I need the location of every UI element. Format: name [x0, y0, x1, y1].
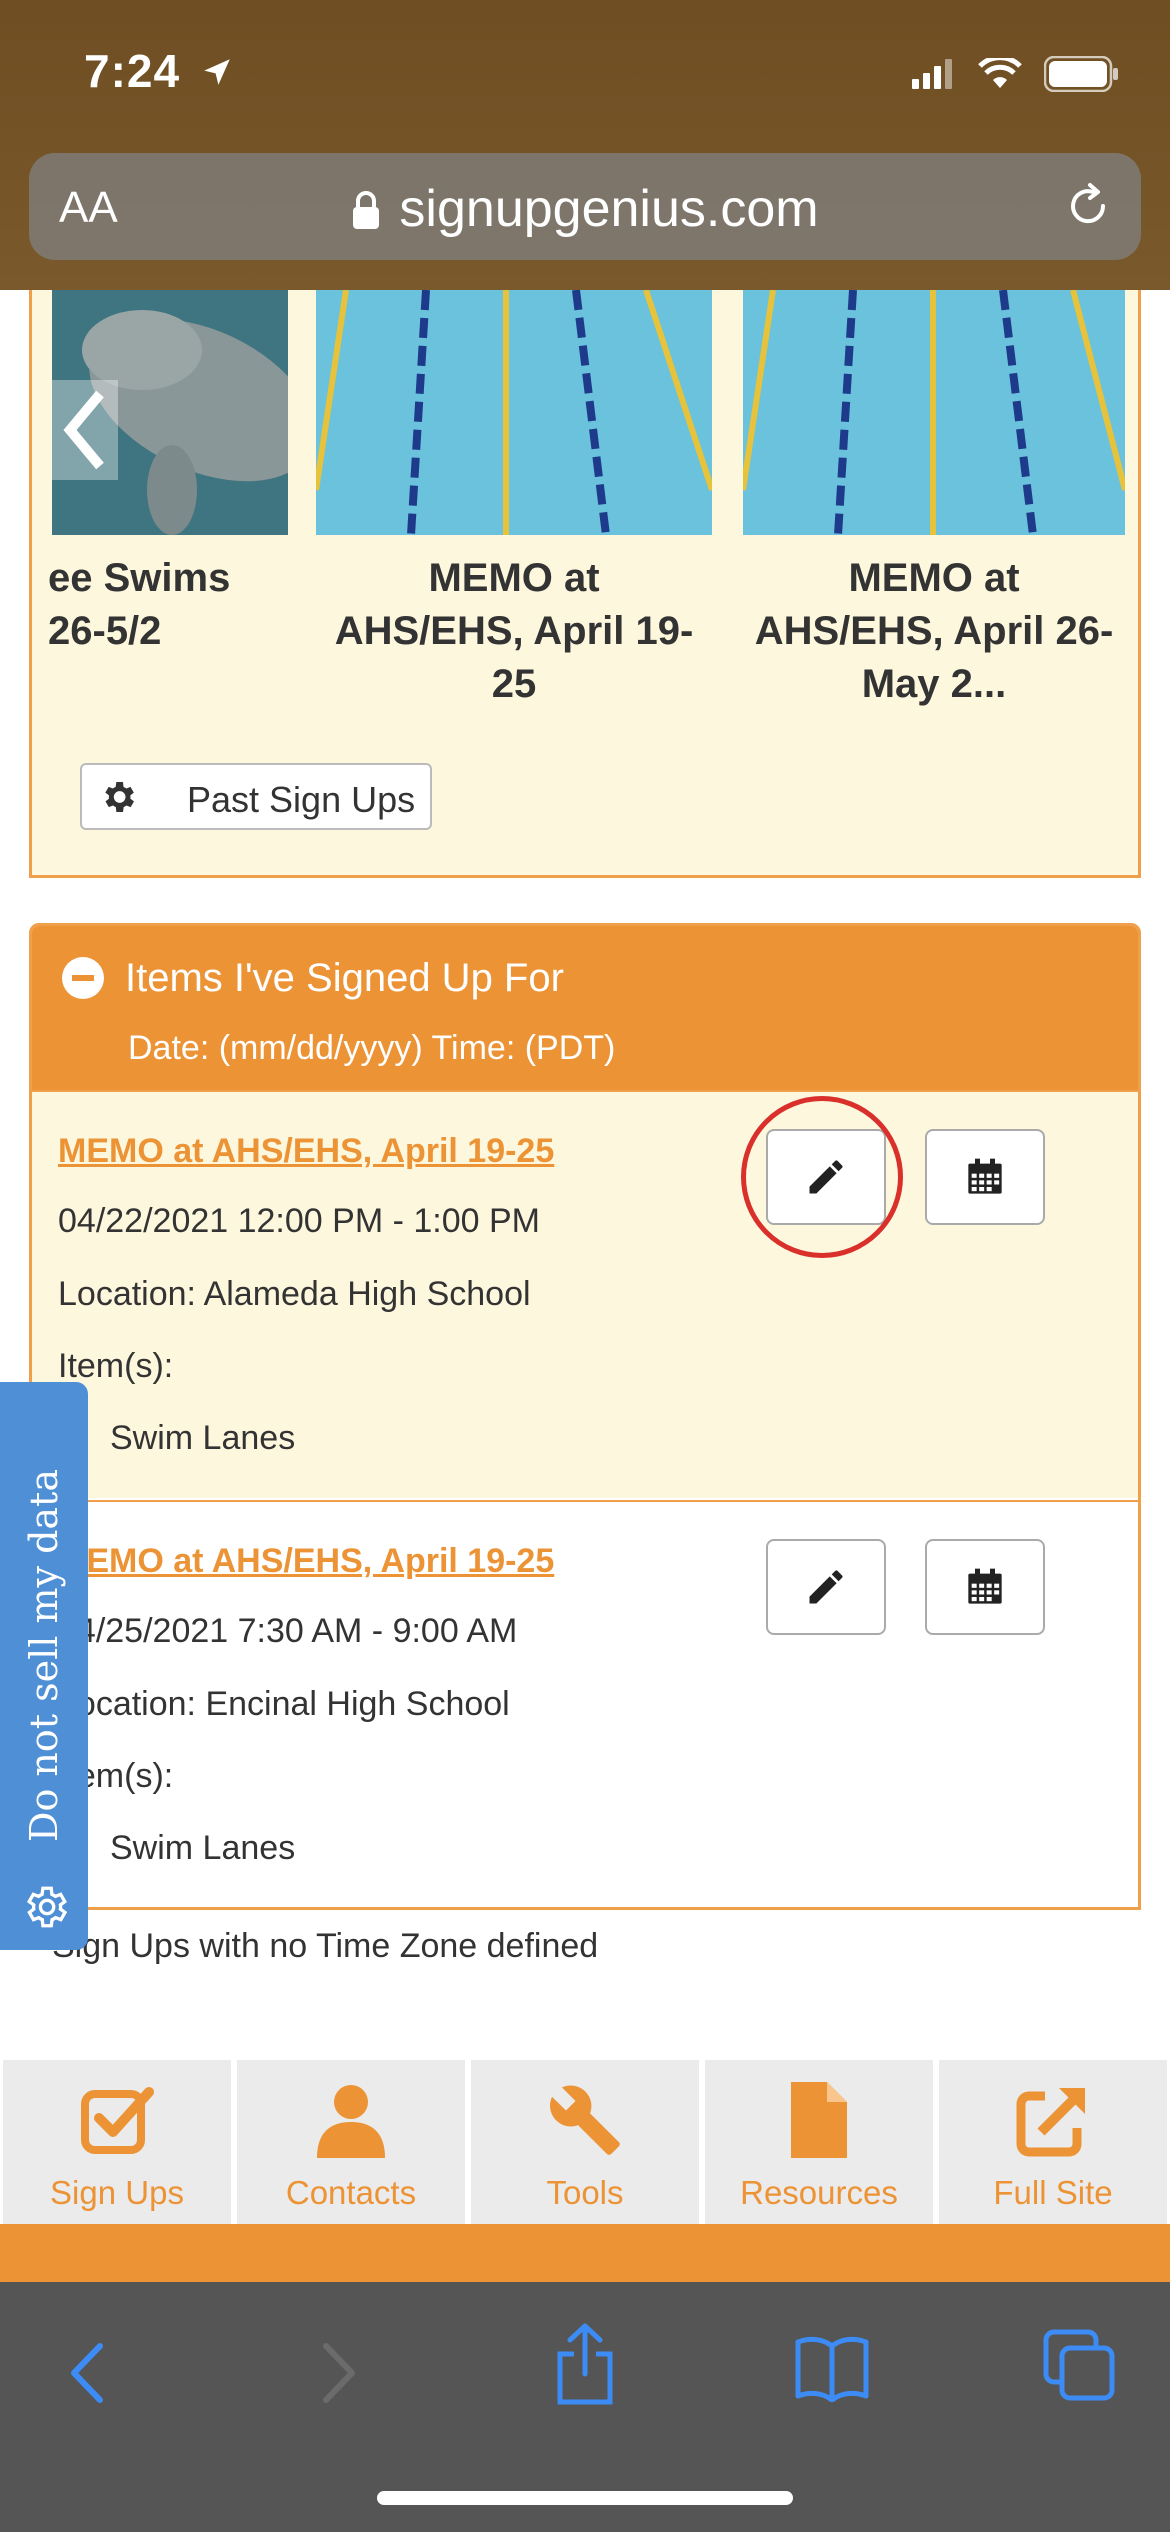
- back-arrow-icon[interactable]: [60, 2338, 116, 2408]
- signup-item-location: Location: Alameda High School: [58, 1275, 531, 1313]
- status-time: 7:24: [84, 44, 234, 98]
- cellular-signal-icon: [912, 59, 952, 89]
- calendar-icon: [968, 1158, 1002, 1194]
- url-display[interactable]: signupgenius.com: [29, 179, 1141, 239]
- lock-icon: [353, 191, 380, 229]
- gear-icon: [105, 782, 134, 812]
- section-title: Items I've Signed Up For: [125, 956, 564, 1000]
- forward-arrow-icon[interactable]: [310, 2338, 366, 2408]
- document-icon: [791, 2082, 847, 2158]
- timezone-note: Sign Ups with no Time Zone defined: [52, 1927, 599, 1965]
- signup-item-datetime: 04/22/2021 12:00 PM - 1:00 PM: [58, 1202, 540, 1240]
- signup-item-location: Location: Encinal High School: [58, 1685, 510, 1723]
- status-indicators: [912, 56, 1120, 92]
- pool-lanes-image: [743, 290, 1125, 535]
- carousel-tile-title[interactable]: MEMO at AHS/EHS, April 26- May 2...: [743, 552, 1125, 711]
- signed-up-section: Items I've Signed Up For Date: (mm/dd/yy…: [29, 923, 1141, 1910]
- signup-item-items-label: Item(s):: [58, 1347, 174, 1385]
- signed-up-header[interactable]: Items I've Signed Up For Date: (mm/dd/yy…: [32, 926, 1138, 1090]
- carousel-tile-title[interactable]: MEMO at AHS/EHS, April 19- 25: [316, 552, 712, 711]
- carousel-tile-title[interactable]: ee Swims 26-5/2: [48, 552, 288, 658]
- signup-item-link[interactable]: MEMO at AHS/EHS, April 19-25: [58, 1542, 554, 1581]
- home-indicator[interactable]: [377, 2491, 793, 2505]
- add-to-calendar-button[interactable]: [925, 1539, 1045, 1635]
- past-signups-label: Past Sign Ups: [187, 779, 416, 820]
- nav-sign-ups[interactable]: Sign Ups: [3, 2060, 231, 2224]
- carousel-tile-image[interactable]: [316, 290, 712, 535]
- past-signups-button[interactable]: Past Sign Ups: [80, 763, 432, 830]
- checkbox-icon: [81, 2087, 154, 2154]
- nav-full-site[interactable]: Full Site: [939, 2060, 1167, 2224]
- location-arrow-icon: [204, 59, 230, 85]
- nav-contacts[interactable]: Contacts: [237, 2060, 465, 2224]
- carousel-tile-image[interactable]: [743, 290, 1125, 535]
- signup-item: MEMO at AHS/EHS, April 19-25 04/22/2021 …: [32, 1090, 1138, 1498]
- add-to-calendar-button[interactable]: [925, 1129, 1045, 1225]
- nav-resources[interactable]: Resources: [705, 2060, 933, 2224]
- edit-button[interactable]: [766, 1539, 886, 1635]
- carousel-prev-arrow[interactable]: [52, 380, 118, 480]
- wrench-icon: [550, 2085, 620, 2155]
- chevron-left-icon: [63, 390, 104, 470]
- signup-item-link[interactable]: MEMO at AHS/EHS, April 19-25: [58, 1132, 554, 1171]
- signup-item: MEMO at AHS/EHS, April 19-25 04/25/2021 …: [32, 1500, 1138, 1907]
- do-not-sell-label: Do not sell my data: [22, 1469, 66, 1842]
- url-bar[interactable]: AA signupgenius.com: [29, 153, 1141, 260]
- collapse-minus-icon[interactable]: [62, 957, 104, 999]
- do-not-sell-tab[interactable]: Do not sell my data: [0, 1382, 88, 1950]
- section-subtitle: Date: (mm/dd/yyyy) Time: (PDT): [128, 1029, 616, 1067]
- tabs-icon[interactable]: [1042, 2328, 1116, 2402]
- share-icon[interactable]: [550, 2322, 620, 2406]
- calendar-icon: [968, 1568, 1002, 1604]
- signup-carousel: ee Swims 26-5/2 MEMO at AHS/EHS, April 1…: [29, 290, 1141, 878]
- signup-item-name: Swim Lanes: [110, 1829, 296, 1867]
- reload-icon[interactable]: [1063, 181, 1113, 231]
- highlight-circle-annotation: [741, 1096, 903, 1258]
- footer-strip: [0, 2224, 1170, 2282]
- pencil-icon: [809, 1570, 843, 1604]
- battery-icon: [1044, 56, 1118, 92]
- external-link-icon: [1016, 2088, 1085, 2157]
- bookmarks-icon[interactable]: [794, 2332, 870, 2402]
- pool-lanes-image: [316, 290, 712, 535]
- gear-icon: [26, 1886, 68, 1928]
- site-bottom-nav: Sign Ups Contacts Tools Resources Full S…: [0, 2060, 1170, 2224]
- browser-top-chrome: 7:24 AA signupgenius.com: [0, 0, 1170, 290]
- person-icon: [317, 2085, 385, 2158]
- nav-tools[interactable]: Tools: [471, 2060, 699, 2224]
- wifi-icon: [978, 58, 1022, 88]
- signup-item-datetime: 04/25/2021 7:30 AM - 9:00 AM: [58, 1612, 518, 1650]
- signup-item-name: Swim Lanes: [110, 1419, 296, 1457]
